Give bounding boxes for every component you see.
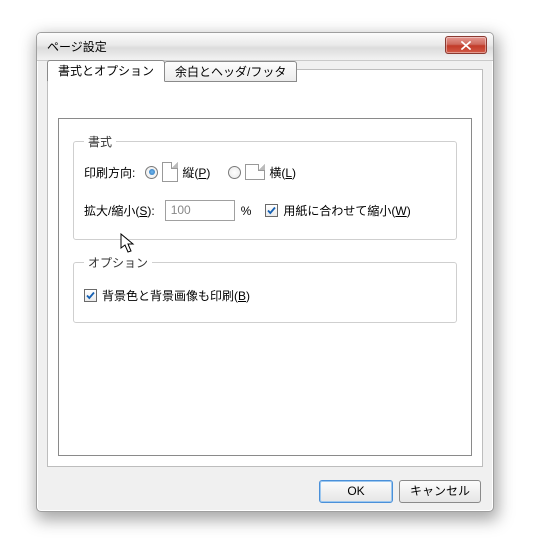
page-portrait-icon [162, 162, 178, 182]
orientation-label: 印刷方向: [84, 164, 135, 181]
fit-to-page-label[interactable]: 用紙に合わせて縮小(W) [283, 202, 410, 219]
scale-label: 拡大/縮小(S): [84, 202, 155, 219]
tab-label: 書式とオプション [58, 64, 154, 78]
dialog-footer: OK キャンセル [37, 471, 493, 511]
print-background-checkbox[interactable] [84, 289, 97, 302]
dialog-title: ページ設定 [47, 40, 107, 54]
content-area: 書式 印刷方向: 縦(P) 横(L) 拡大/縮小 [47, 69, 483, 467]
fit-to-page-checkbox[interactable] [265, 204, 278, 217]
scale-input[interactable]: 100 [165, 200, 235, 221]
format-legend: 書式 [84, 133, 116, 150]
orientation-portrait-label[interactable]: 縦(P) [182, 164, 210, 181]
close-button[interactable] [445, 36, 487, 54]
percent-label: % [241, 204, 252, 218]
tab-margins[interactable]: 余白とヘッダ/フッタ [164, 61, 297, 82]
tab-label: 余白とヘッダ/フッタ [175, 65, 286, 79]
check-icon [85, 290, 96, 301]
titlebar: ページ設定 [37, 33, 493, 61]
tabstrip: 書式とオプション 余白とヘッダ/フッタ [47, 60, 296, 83]
tab-format-options[interactable]: 書式とオプション [47, 60, 165, 82]
tabpanel-format: 書式 印刷方向: 縦(P) 横(L) 拡大/縮小 [58, 118, 472, 456]
format-group: 書式 印刷方向: 縦(P) 横(L) 拡大/縮小 [73, 133, 457, 240]
page-setup-dialog: ページ設定 書式とオプション 余白とヘッダ/フッタ 書式 印刷方向: [36, 32, 494, 512]
print-bg-row: 背景色と背景画像も印刷(B) [84, 287, 446, 304]
orientation-row: 印刷方向: 縦(P) 横(L) [84, 162, 446, 182]
ok-button[interactable]: OK [319, 480, 393, 503]
close-icon [461, 41, 471, 50]
orientation-landscape-radio[interactable] [228, 166, 241, 179]
scale-row: 拡大/縮小(S): 100 % 用紙に合わせて縮小(W) [84, 200, 446, 221]
options-group: オプション 背景色と背景画像も印刷(B) [73, 254, 457, 323]
print-background-label[interactable]: 背景色と背景画像も印刷(B) [102, 287, 250, 304]
options-legend: オプション [84, 254, 152, 271]
orientation-portrait-radio[interactable] [145, 166, 158, 179]
page-landscape-icon [245, 164, 265, 180]
check-icon [266, 205, 277, 216]
cancel-button[interactable]: キャンセル [399, 480, 481, 503]
orientation-landscape-label[interactable]: 横(L) [269, 164, 296, 181]
